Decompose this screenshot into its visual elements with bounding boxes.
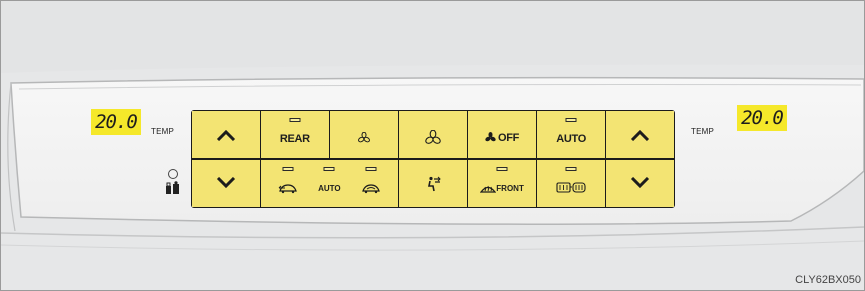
rear-indicator xyxy=(289,118,301,122)
left-temp-value: 20.0 xyxy=(95,111,138,133)
chevron-up-icon xyxy=(216,129,235,141)
chevron-up-icon xyxy=(631,129,650,141)
temp-up-right-button[interactable] xyxy=(606,111,674,159)
outside-air-icon xyxy=(278,184,297,194)
rear-label: REAR xyxy=(279,132,310,145)
passenger-sync-icon xyxy=(166,181,179,194)
recirculate-indicator xyxy=(365,166,377,171)
front-defroster-indicator xyxy=(496,166,508,171)
recirculate-air-icon xyxy=(362,184,380,194)
left-temp-display: 20.0 xyxy=(91,109,141,135)
rear-defogger-indicator xyxy=(565,166,577,171)
rear-defogger-icon xyxy=(556,182,586,193)
image-code: CLY62BX050 xyxy=(795,274,861,286)
right-temp-display: 20.0 xyxy=(737,105,787,131)
fan-icon xyxy=(485,132,496,142)
intake-auto-indicator xyxy=(323,166,335,171)
sync-indicator-light xyxy=(168,169,178,179)
airflow-mode-button[interactable] xyxy=(399,159,467,207)
rear-button[interactable]: REAR xyxy=(261,111,329,159)
fan-large-icon xyxy=(425,129,441,144)
recirculate-control[interactable] xyxy=(356,160,386,207)
front-defroster-button[interactable]: FRONT xyxy=(468,159,536,207)
auto-indicator xyxy=(565,118,577,122)
front-defroster-icon xyxy=(480,185,497,193)
chevron-down-icon xyxy=(631,177,650,189)
right-temp-label: TEMP xyxy=(691,127,715,136)
front-label: FRONT xyxy=(496,183,524,193)
fan-small-icon xyxy=(357,131,370,142)
temp-up-left-button[interactable] xyxy=(192,111,260,159)
off-label: OFF xyxy=(498,131,520,144)
air-intake-button[interactable]: AUTO xyxy=(261,159,398,207)
left-temp-label: TEMP xyxy=(151,127,175,136)
fan-speed-up-button[interactable] xyxy=(399,111,467,159)
figure-frame: 20.0 TEMP REAR OFF AUTO AUTO FRONT TEMP … xyxy=(0,0,865,291)
intake-auto-control[interactable]: AUTO xyxy=(314,160,344,207)
fan-speed-down-button[interactable] xyxy=(330,111,398,159)
intake-auto-label: AUTO xyxy=(318,183,341,193)
right-temp-value: 20.0 xyxy=(741,107,784,129)
outside-air-control[interactable] xyxy=(273,160,303,207)
airflow-vent-icon xyxy=(428,177,441,192)
auto-label: AUTO xyxy=(556,132,587,145)
temp-down-left-button[interactable] xyxy=(192,159,260,207)
auto-button[interactable]: AUTO xyxy=(537,111,605,159)
outside-air-indicator xyxy=(282,166,294,171)
chevron-down-icon xyxy=(216,177,235,189)
climate-control-panel: REAR OFF AUTO AUTO FRONT xyxy=(191,110,675,208)
rear-defogger-button[interactable] xyxy=(537,159,605,207)
temp-down-right-button[interactable] xyxy=(606,159,674,207)
fan-off-button[interactable]: OFF xyxy=(468,111,536,159)
